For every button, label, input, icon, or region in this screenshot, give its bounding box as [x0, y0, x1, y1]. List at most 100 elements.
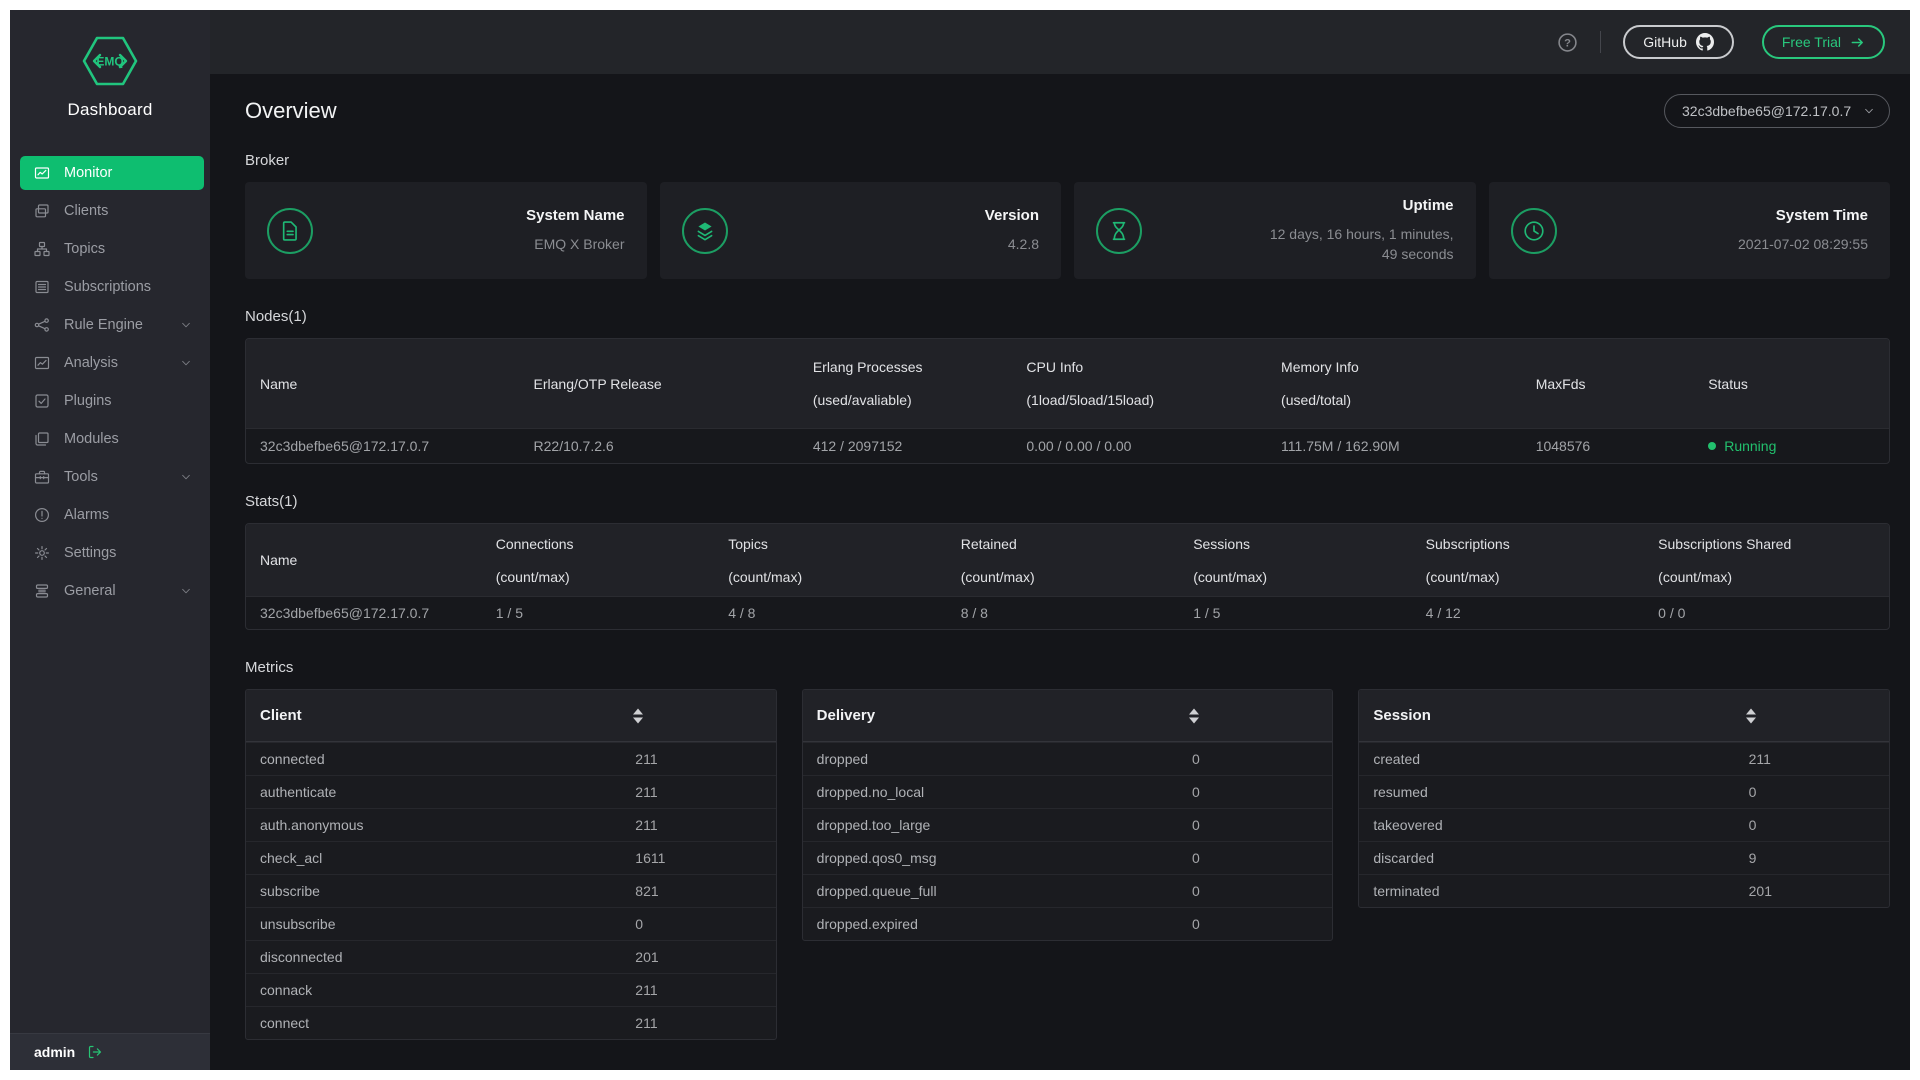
- node-selector[interactable]: 32c3dbefbe65@172.17.0.7: [1664, 94, 1890, 128]
- metric-row: discarded9: [1359, 841, 1889, 874]
- nodes-section-label: Nodes(1): [245, 308, 1890, 325]
- metric-row: authenticate211: [246, 775, 776, 808]
- nodes-table-header: NameErlang/OTP ReleaseErlang Processes(u…: [246, 339, 1889, 428]
- sidebar-item-tools[interactable]: Tools: [20, 460, 204, 494]
- metric-value: 0: [1192, 883, 1332, 899]
- sidebar-item-label: Plugins: [64, 393, 192, 409]
- metric-value: 0: [1749, 784, 1889, 800]
- table-cell: 1 / 5: [496, 597, 728, 629]
- metric-table-title: Client: [246, 707, 302, 724]
- metric-name: discarded: [1359, 850, 1748, 866]
- dashboard-title: Dashboard: [10, 100, 210, 120]
- general-icon: [34, 583, 50, 599]
- sidebar-item-settings[interactable]: Settings: [20, 536, 204, 570]
- sidebar-item-label: Monitor: [64, 165, 192, 181]
- column-header: Retained(count/max): [961, 524, 1193, 596]
- broker-cards: System NameEMQ X BrokerVersion4.2.8Uptim…: [245, 182, 1890, 279]
- emq-logo-icon: EMQ: [82, 36, 138, 86]
- chevron-down-icon: [180, 357, 192, 369]
- column-header: Topics(count/max): [728, 524, 960, 596]
- subscriptions-icon: [34, 279, 50, 295]
- github-button[interactable]: GitHub: [1623, 25, 1734, 59]
- table-cell: 4 / 12: [1426, 597, 1658, 629]
- table-cell: 412 / 2097152: [813, 429, 1027, 463]
- metric-row: resumed0: [1359, 775, 1889, 808]
- metric-name: connected: [246, 751, 635, 767]
- broker-section-label: Broker: [245, 152, 1890, 169]
- overview-content: Overview 32c3dbefbe65@172.17.0.7 Broker …: [210, 74, 1910, 1070]
- column-header: CPU Info(1load/5load/15load): [1026, 339, 1281, 428]
- sidebar-item-label: Subscriptions: [64, 279, 192, 295]
- table-cell: 32c3dbefbe65@172.17.0.7: [246, 597, 496, 629]
- free-trial-button[interactable]: Free Trial: [1762, 25, 1885, 59]
- metric-name: dropped.too_large: [803, 817, 1192, 833]
- page-title: Overview: [245, 98, 337, 124]
- metric-table-client: Clientconnected211authenticate211auth.an…: [245, 689, 777, 1040]
- card-value: 12 days, 16 hours, 1 minutes, 49 seconds: [1254, 224, 1454, 265]
- metric-row: subscribe821: [246, 874, 776, 907]
- emqx-dashboard-app: EMQ Dashboard Monitor Clients Topics Subscr…: [10, 10, 1910, 1070]
- metric-name: connect: [246, 1015, 635, 1031]
- metric-value: 211: [1749, 751, 1889, 767]
- metric-name: terminated: [1359, 883, 1748, 899]
- metric-row: dropped.expired0: [803, 907, 1333, 940]
- metric-name: dropped: [803, 751, 1192, 767]
- sort-icon[interactable]: [633, 708, 643, 723]
- clock-icon: [1511, 208, 1557, 254]
- metric-row: dropped.too_large0: [803, 808, 1333, 841]
- analysis-icon: [34, 355, 50, 371]
- github-button-label: GitHub: [1643, 34, 1687, 50]
- chevron-down-icon: [180, 585, 192, 597]
- metric-value: 211: [635, 982, 775, 998]
- chevron-down-icon: [1863, 105, 1875, 117]
- metric-row: terminated201: [1359, 874, 1889, 907]
- sidebar-item-label: Topics: [64, 241, 192, 257]
- sidebar-item-modules[interactable]: Modules: [20, 422, 204, 456]
- card-value: 2021-07-02 08:29:55: [1738, 234, 1868, 254]
- metric-value: 821: [635, 883, 775, 899]
- help-icon[interactable]: ?: [1557, 32, 1578, 53]
- sidebar-item-analysis[interactable]: Analysis: [20, 346, 204, 380]
- metric-name: check_acl: [246, 850, 635, 866]
- plugins-icon: [34, 393, 50, 409]
- free-trial-label: Free Trial: [1782, 34, 1841, 50]
- sidebar-item-topics[interactable]: Topics: [20, 232, 204, 266]
- sidebar-item-clients[interactable]: Clients: [20, 194, 204, 228]
- sidebar-item-plugins[interactable]: Plugins: [20, 384, 204, 418]
- sidebar-item-general[interactable]: General: [20, 574, 204, 608]
- column-header: Memory Info(used/total): [1281, 339, 1536, 428]
- metric-name: connack: [246, 982, 635, 998]
- broker-card-version: Version4.2.8: [660, 182, 1062, 279]
- table-cell: R22/10.7.2.6: [534, 429, 813, 463]
- metric-row: check_acl1611: [246, 841, 776, 874]
- topbar: ? GitHub Free Trial: [210, 10, 1910, 74]
- page-header: Overview 32c3dbefbe65@172.17.0.7: [245, 94, 1890, 128]
- logout-icon[interactable]: [87, 1044, 103, 1060]
- sort-icon[interactable]: [1746, 708, 1756, 723]
- sidebar-item-monitor[interactable]: Monitor: [20, 156, 204, 190]
- metric-row: connected211: [246, 742, 776, 775]
- sidebar-item-subscriptions[interactable]: Subscriptions: [20, 270, 204, 304]
- chevron-down-icon: [180, 319, 192, 331]
- metric-table-title: Delivery: [803, 707, 875, 724]
- metric-row: dropped.no_local0: [803, 775, 1333, 808]
- metric-value: 211: [635, 817, 775, 833]
- sort-icon[interactable]: [1189, 708, 1199, 723]
- card-title: Version: [985, 207, 1039, 224]
- metric-name: dropped.no_local: [803, 784, 1192, 800]
- table-cell: 32c3dbefbe65@172.17.0.7: [246, 429, 534, 463]
- metric-row: takeovered0: [1359, 808, 1889, 841]
- metric-value: 0: [1192, 850, 1332, 866]
- metric-name: takeovered: [1359, 817, 1748, 833]
- sidebar-item-rule-engine[interactable]: Rule Engine: [20, 308, 204, 342]
- sidebar-item-alarms[interactable]: Alarms: [20, 498, 204, 532]
- table-cell: 0 / 0: [1658, 597, 1889, 629]
- document-icon: [267, 208, 313, 254]
- sidebar-menu: Monitor Clients Topics Subscriptions Rule En…: [10, 134, 210, 1033]
- column-header: Subscriptions(count/max): [1426, 524, 1658, 596]
- column-header: Subscriptions Shared(count/max): [1658, 524, 1889, 596]
- sidebar: EMQ Dashboard Monitor Clients Topics Subscr…: [10, 10, 210, 1070]
- metric-name: authenticate: [246, 784, 635, 800]
- chevron-down-icon: [180, 471, 192, 483]
- logo-area: EMQ Dashboard: [10, 10, 210, 134]
